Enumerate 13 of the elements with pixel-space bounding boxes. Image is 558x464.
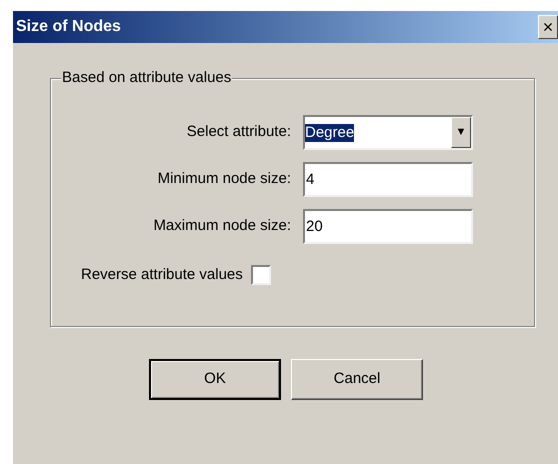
attribute-dropdown[interactable]: Degree ▼ — [303, 115, 473, 150]
field-label: Minimum node size: — [156, 169, 291, 190]
reverse-checkbox[interactable] — [250, 265, 271, 286]
cancel-button[interactable]: Cancel — [291, 359, 423, 400]
field-label: Select attribute: — [186, 122, 291, 142]
close-button[interactable]: × — [538, 15, 558, 39]
checkbox-label: Reverse attribute values — [81, 265, 243, 285]
ok-button[interactable]: OK — [149, 359, 281, 400]
size-input[interactable]: 4 — [303, 162, 473, 197]
window-title: Size of Nodes — [15, 17, 121, 37]
field-label: Maximum node size: — [152, 216, 291, 236]
size-input[interactable]: 20 — [303, 209, 473, 244]
dropdown-value: Degree — [305, 124, 354, 142]
